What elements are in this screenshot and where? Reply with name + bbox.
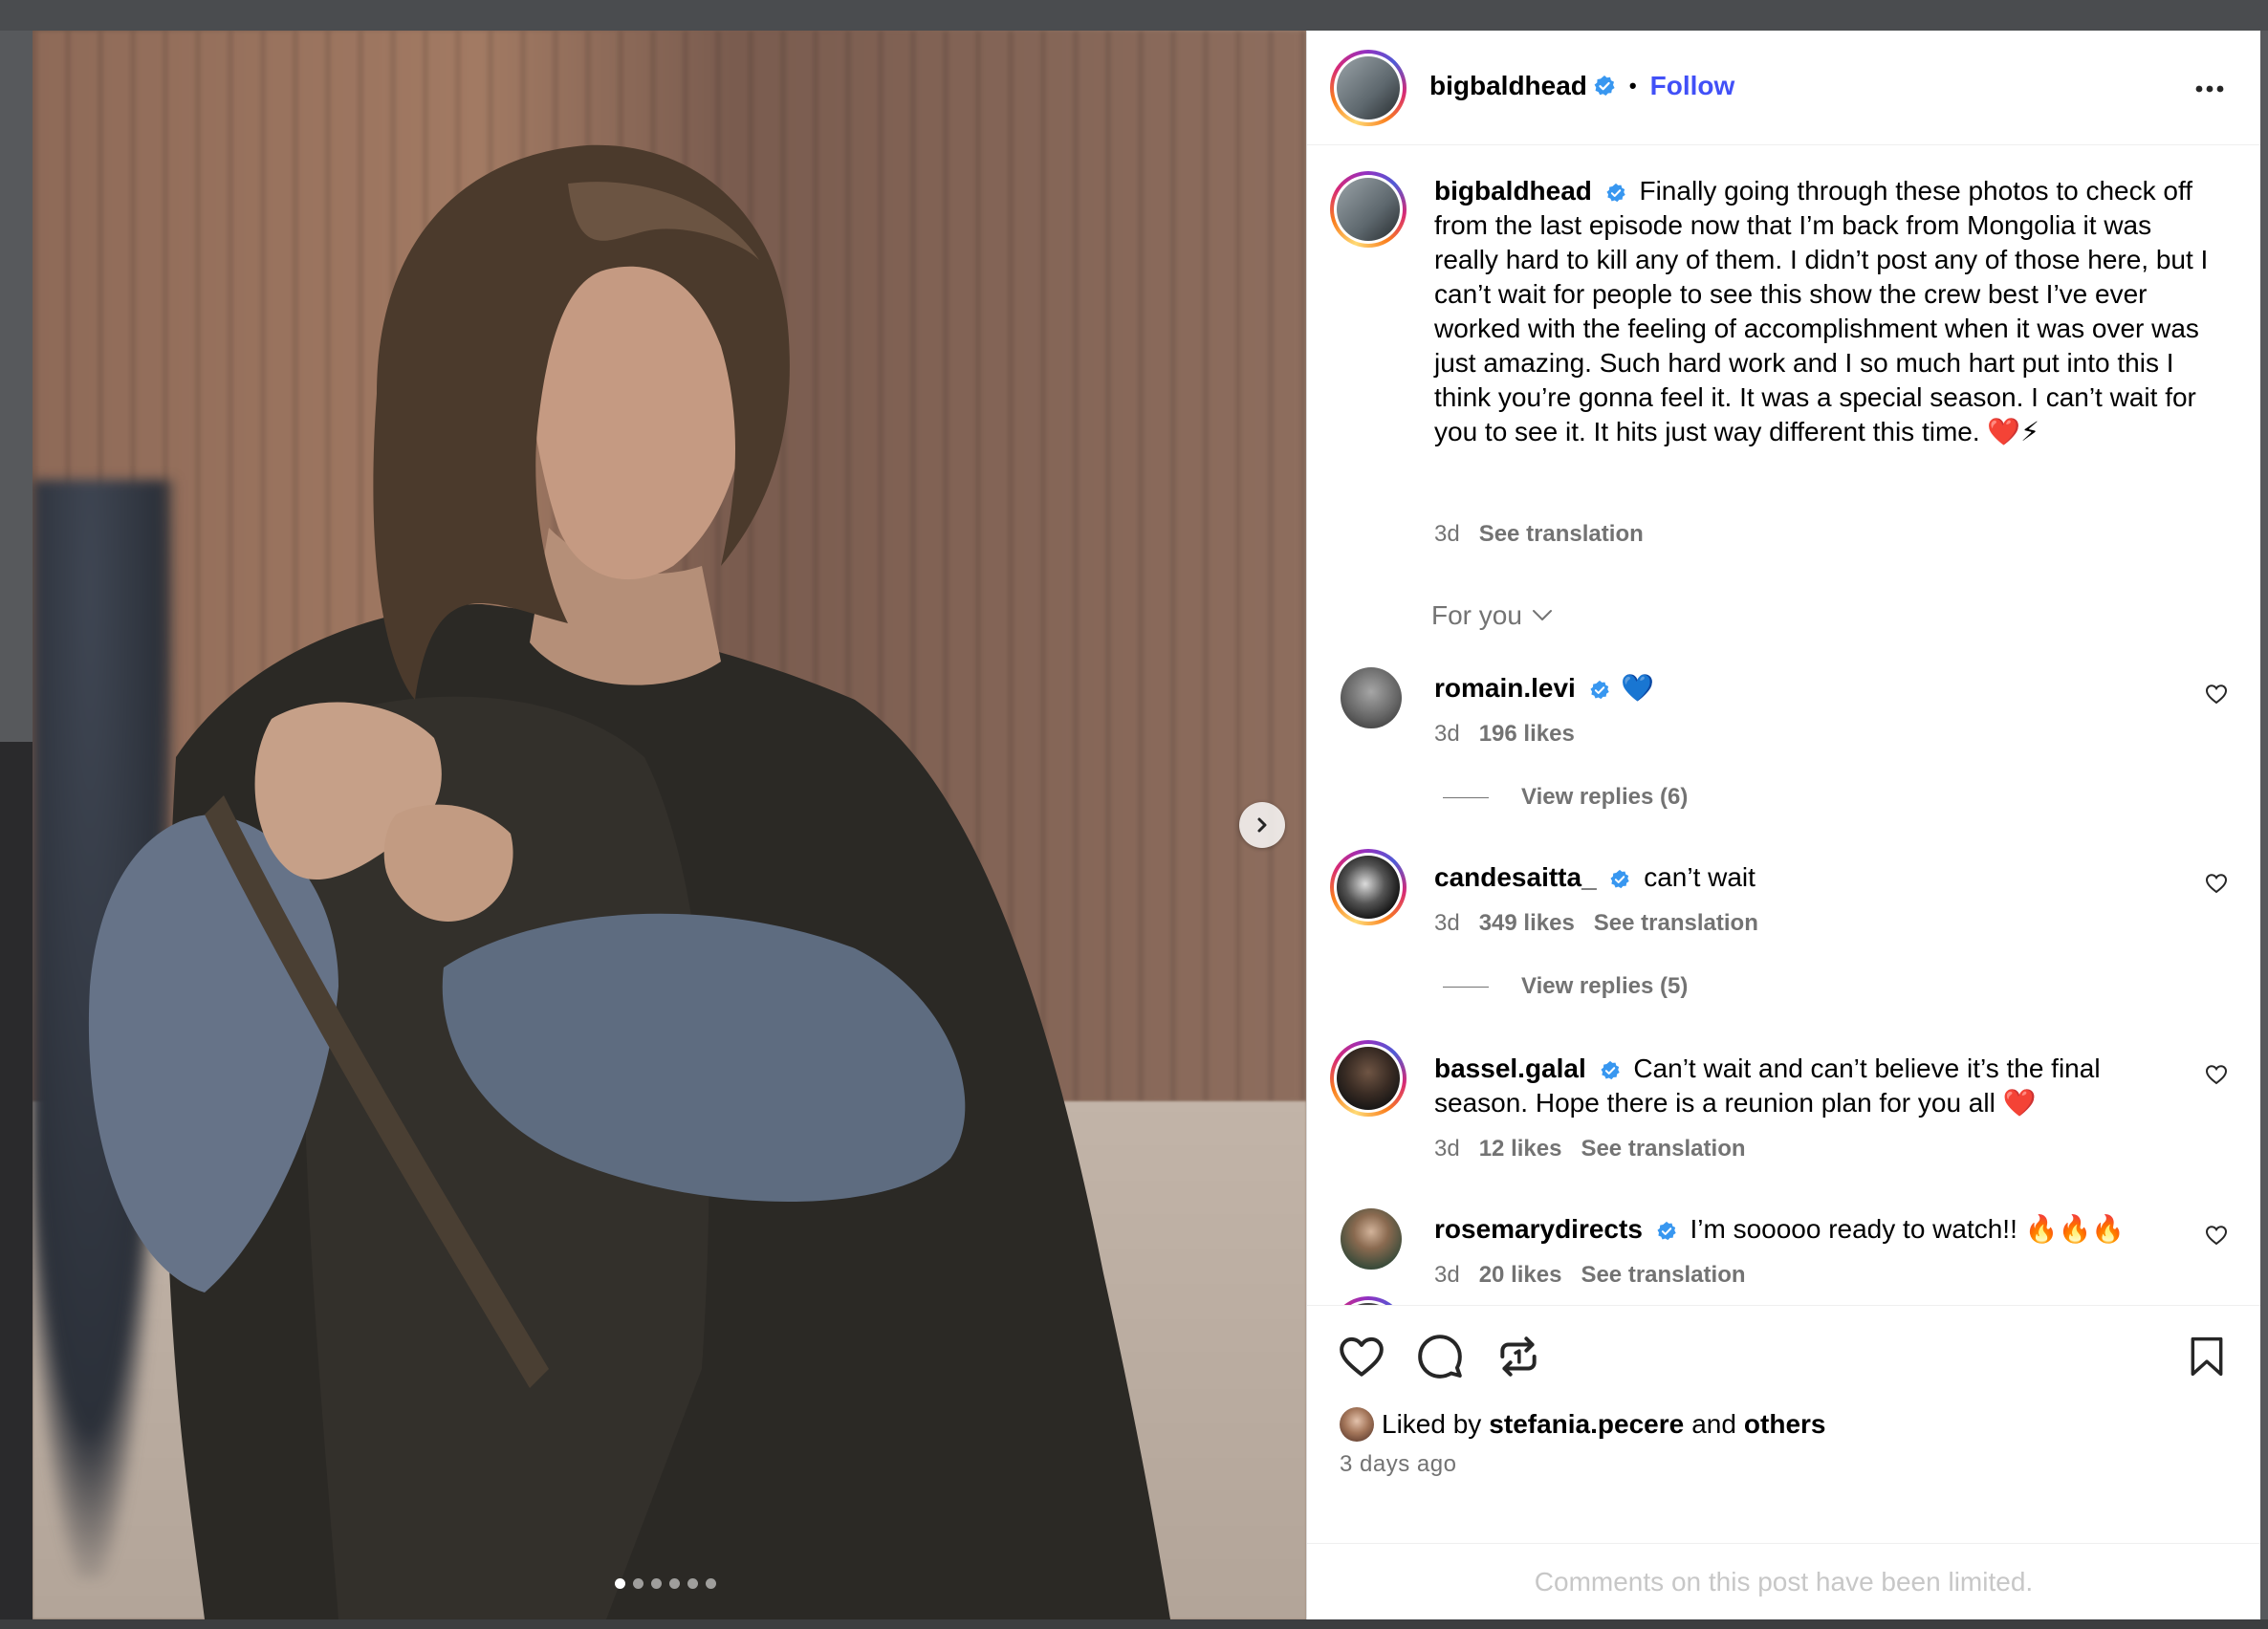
caption-meta: 3d See translation	[1434, 521, 1644, 548]
verified-badge-icon	[1601, 1060, 1620, 1079]
caption-author-avatar[interactable]	[1330, 171, 1407, 248]
comment-time: 3d	[1434, 721, 1460, 747]
comment-body: romain.levi 💙	[1434, 671, 2142, 706]
header-separator: •	[1628, 74, 1637, 98]
verified-badge-icon	[1590, 680, 1609, 699]
commenter-avatar[interactable]	[1330, 849, 1407, 925]
liked-by-and: and	[1691, 1409, 1736, 1439]
comments-limited-notice: Comments on this post have been limited.	[1534, 1567, 2034, 1596]
liked-by-prefix: Liked by	[1382, 1409, 1482, 1439]
commenter-avatar[interactable]	[1341, 667, 1402, 728]
comment-meta: 3d 196 likes	[1434, 721, 1575, 748]
caption-username[interactable]: bigbaldhead	[1434, 176, 1592, 206]
comment-time: 3d	[1434, 910, 1460, 936]
comment-bubble-icon[interactable]	[1416, 1333, 1464, 1380]
comment-sort-label: For you	[1431, 600, 1522, 630]
action-icons	[1338, 1333, 1542, 1380]
commenter-avatar[interactable]	[1330, 1040, 1407, 1117]
comment-body: bassel.galal Can’t wait and can’t believ…	[1434, 1052, 2142, 1120]
chevron-down-icon	[1532, 610, 1552, 620]
repost-icon[interactable]	[1494, 1333, 1542, 1380]
comment-body: candesaitta_ can’t wait	[1434, 860, 2142, 895]
carousel-indicator	[615, 1578, 716, 1589]
bookmark-icon[interactable]	[2186, 1335, 2228, 1379]
author-username[interactable]: bigbaldhead	[1429, 71, 1587, 101]
post-header-user: bigbaldhead • Follow	[1429, 71, 1734, 101]
liker-username[interactable]: stefania.pecere	[1489, 1409, 1684, 1440]
view-replies-button[interactable]: View replies (5)	[1443, 973, 1688, 1000]
comment-like-heart-icon[interactable]	[2205, 872, 2228, 895]
view-replies-label: View replies (6)	[1521, 784, 1689, 810]
comment-text: can’t wait	[1644, 862, 1756, 892]
comment-likes[interactable]: 349 likes	[1479, 910, 1575, 937]
comment-like-heart-icon[interactable]	[2205, 1063, 2228, 1086]
comment-time: 3d	[1434, 1262, 1460, 1288]
post-actions: Liked by stefania.pecere and others 3 da…	[1307, 1305, 2260, 1544]
view-replies-button[interactable]: View replies (6)	[1443, 784, 1688, 811]
verified-badge-icon	[1594, 76, 1615, 96]
more-horizontal-icon[interactable]	[2193, 73, 2226, 105]
commenter-username[interactable]: candesaitta_	[1434, 862, 1597, 892]
see-translation-link[interactable]: See translation	[1594, 910, 1758, 937]
commenter-username[interactable]: bassel.galal	[1434, 1053, 1586, 1083]
replies-divider	[1443, 986, 1489, 988]
comments-scroll-area[interactable]: bigbaldhead Finally going through these …	[1307, 146, 2260, 1305]
post-header: bigbaldhead • Follow	[1307, 31, 2260, 145]
commenter-username[interactable]: romain.levi	[1434, 673, 1576, 703]
comment-text: I’m sooooo ready to watch!! 🔥🔥🔥	[1690, 1214, 2126, 1244]
verified-badge-icon	[1657, 1221, 1676, 1240]
see-translation-link[interactable]: See translation	[1479, 521, 1644, 548]
comment-meta: 3d 20 likes See translation	[1434, 1262, 1746, 1289]
backdrop-edge	[0, 742, 33, 1629]
comment-time: 3d	[1434, 1136, 1460, 1162]
commenter-avatar[interactable]	[1330, 1296, 1407, 1305]
comment-text: 💙	[1621, 673, 1655, 703]
see-translation-link[interactable]: See translation	[1581, 1136, 1745, 1162]
comment-like-heart-icon[interactable]	[2205, 683, 2228, 706]
comment-body: rosemarydirects I’m sooooo ready to watc…	[1434, 1212, 2142, 1247]
commenter-username[interactable]: rosemarydirects	[1434, 1214, 1643, 1244]
liked-by: Liked by stefania.pecere and others	[1340, 1407, 1825, 1442]
comment-like-heart-icon[interactable]	[2205, 1224, 2228, 1247]
backdrop	[0, 0, 2268, 31]
post-photo[interactable]	[33, 31, 1306, 1619]
see-translation-link[interactable]: See translation	[1581, 1262, 1745, 1289]
carousel-dot	[687, 1578, 698, 1589]
caption-text: Finally going through these photos to ch…	[1434, 176, 2209, 446]
liked-by-others[interactable]: others	[1744, 1409, 1826, 1440]
photo-subject	[88, 144, 1171, 1619]
comment-meta: 3d 12 likes See translation	[1434, 1136, 1746, 1162]
verified-badge-icon	[1606, 183, 1625, 202]
comment-likes[interactable]: 196 likes	[1479, 721, 1575, 748]
comment-likes[interactable]: 12 likes	[1479, 1136, 1562, 1162]
follow-button[interactable]: Follow	[1650, 71, 1735, 101]
author-avatar[interactable]	[1330, 50, 1407, 126]
verified-badge-icon	[1610, 869, 1630, 888]
comment-sort-dropdown[interactable]: For you	[1431, 600, 1553, 631]
commenter-avatar[interactable]	[1341, 1208, 1402, 1270]
comment-likes[interactable]: 20 likes	[1479, 1262, 1562, 1289]
replies-divider	[1443, 796, 1489, 798]
view-replies-label: View replies (5)	[1521, 973, 1689, 999]
carousel-dot	[615, 1578, 625, 1589]
post-details-panel: bigbaldhead • Follow bigbaldhead Finally…	[1306, 31, 2260, 1619]
backdrop-bottom	[0, 1619, 2268, 1629]
next-photo-button[interactable]	[1239, 802, 1285, 848]
carousel-dot	[706, 1578, 716, 1589]
carousel-dot	[633, 1578, 643, 1589]
liker-avatar[interactable]	[1340, 1407, 1374, 1442]
post-time: 3 days ago	[1340, 1451, 1457, 1477]
comment-meta: 3d 349 likes See translation	[1434, 910, 1758, 937]
chevron-right-icon	[1257, 817, 1267, 833]
carousel-dot	[651, 1578, 662, 1589]
carousel-dot	[669, 1578, 680, 1589]
like-heart-icon[interactable]	[1338, 1333, 1385, 1380]
caption-time: 3d	[1434, 521, 1460, 547]
caption-text-block: bigbaldhead Finally going through these …	[1434, 174, 2218, 449]
